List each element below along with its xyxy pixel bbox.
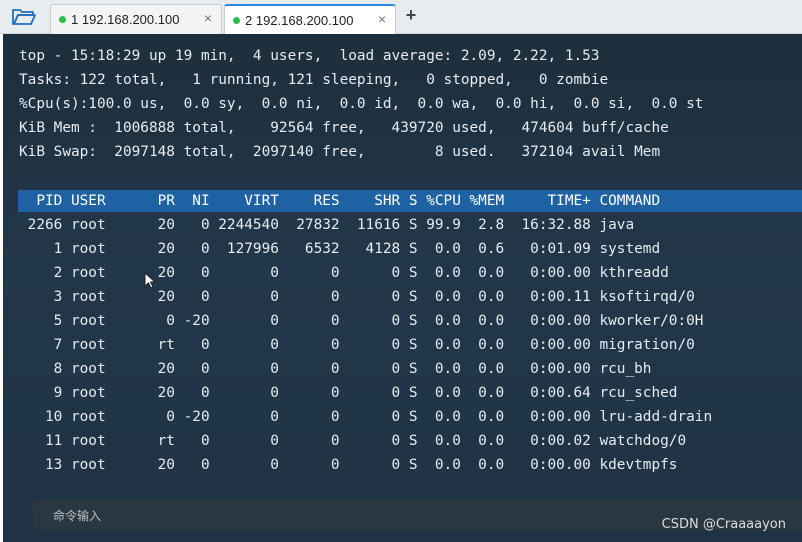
command-input-placeholder: 命令输入 xyxy=(53,509,102,523)
app-window: 1 192.168.200.100 × 2 192.168.200.100 × … xyxy=(0,0,802,542)
process-row: 3 root 20 0 0 0 0 S 0.0 0.0 0:00.11 ksof… xyxy=(19,289,695,305)
close-icon[interactable]: × xyxy=(375,11,389,27)
folder-open-icon[interactable] xyxy=(10,6,38,28)
process-row: 9 root 20 0 0 0 0 S 0.0 0.0 0:00.64 rcu_… xyxy=(19,385,678,401)
process-row: 2 root 20 0 0 0 0 S 0.0 0.0 0:00.00 kthr… xyxy=(19,265,669,281)
tab-session-1[interactable]: 1 192.168.200.100 × xyxy=(50,4,222,34)
mem-summary-line: KiB Mem : 1006888 total, 92564 free, 439… xyxy=(19,120,669,136)
process-row: 5 root 0 -20 0 0 0 S 0.0 0.0 0:00.00 kwo… xyxy=(19,313,704,329)
process-row: 10 root 0 -20 0 0 0 S 0.0 0.0 0:00.00 lr… xyxy=(19,409,713,425)
swap-summary-line: KiB Swap: 2097148 total, 2097140 free, 8… xyxy=(19,144,661,160)
tab-label: 2 192.168.200.100 xyxy=(245,13,354,28)
process-table-header: PID USER PR NI VIRT RES SHR S %CPU %MEM … xyxy=(19,193,661,209)
process-row: 7 root rt 0 0 0 0 S 0.0 0.0 0:00.00 migr… xyxy=(19,337,695,353)
process-row: 2266 root 20 0 2244540 27832 11616 S 99.… xyxy=(19,217,635,233)
top-summary-line: top - 15:18:29 up 19 min, 4 users, load … xyxy=(19,48,600,64)
cpu-summary-line: %Cpu(s):100.0 us, 0.0 sy, 0.0 ni, 0.0 id… xyxy=(19,96,704,112)
tab-session-2[interactable]: 2 192.168.200.100 × xyxy=(224,4,396,34)
process-row: 11 root rt 0 0 0 0 S 0.0 0.0 0:00.02 wat… xyxy=(19,433,687,449)
connected-status-icon xyxy=(233,17,240,24)
close-icon[interactable]: × xyxy=(201,10,215,26)
new-tab-button[interactable]: + xyxy=(402,5,420,26)
tasks-summary-line: Tasks: 122 total, 1 running, 121 sleepin… xyxy=(19,72,609,88)
mouse-pointer-icon xyxy=(144,271,158,290)
watermark-text: CSDN @Craaaayon xyxy=(661,517,786,532)
process-row: 8 root 20 0 0 0 0 S 0.0 0.0 0:00.00 rcu_… xyxy=(19,361,652,377)
process-row: 13 root 20 0 0 0 0 S 0.0 0.0 0:00.00 kde… xyxy=(19,457,678,473)
terminal-output[interactable]: top - 15:18:29 up 19 min, 4 users, load … xyxy=(3,34,802,542)
tab-bar: 1 192.168.200.100 × 2 192.168.200.100 × … xyxy=(0,0,802,34)
connected-status-icon xyxy=(59,16,66,23)
tab-label: 1 192.168.200.100 xyxy=(71,12,180,27)
process-row: 1 root 20 0 127996 6532 4128 S 0.0 0.6 0… xyxy=(19,241,661,257)
